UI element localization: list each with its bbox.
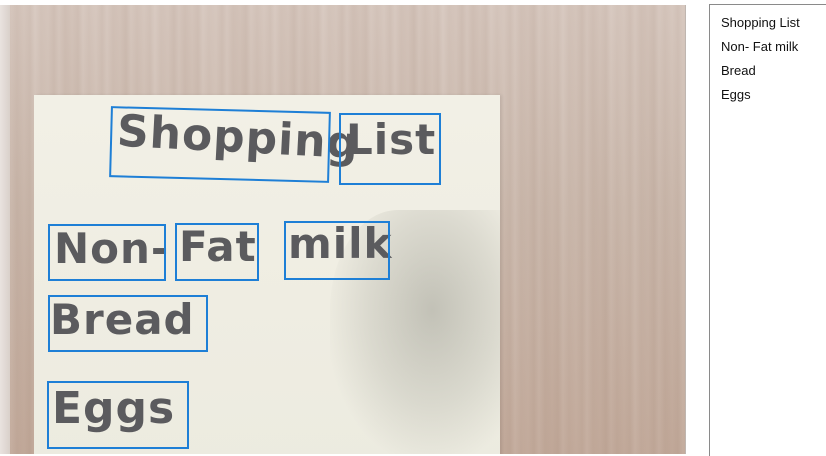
ocr-line-1[interactable]: Shopping List [721,15,800,30]
photo-canvas: Shopping List Non- Fat milk Bread Eggs [0,5,686,454]
bbox-milk [284,221,390,280]
wall-edge [0,5,10,454]
bbox-bread [48,295,208,352]
bbox-non [48,224,166,281]
bbox-shopping [109,106,331,183]
ocr-line-3[interactable]: Bread [721,63,756,78]
ocr-results-panel: Shopping List Non- Fat milk Bread Eggs [709,4,826,456]
ocr-line-4[interactable]: Eggs [721,87,751,102]
bbox-fat [175,223,259,281]
bbox-eggs [47,381,189,449]
ocr-line-2[interactable]: Non- Fat milk [721,39,798,54]
bbox-list [339,113,441,185]
